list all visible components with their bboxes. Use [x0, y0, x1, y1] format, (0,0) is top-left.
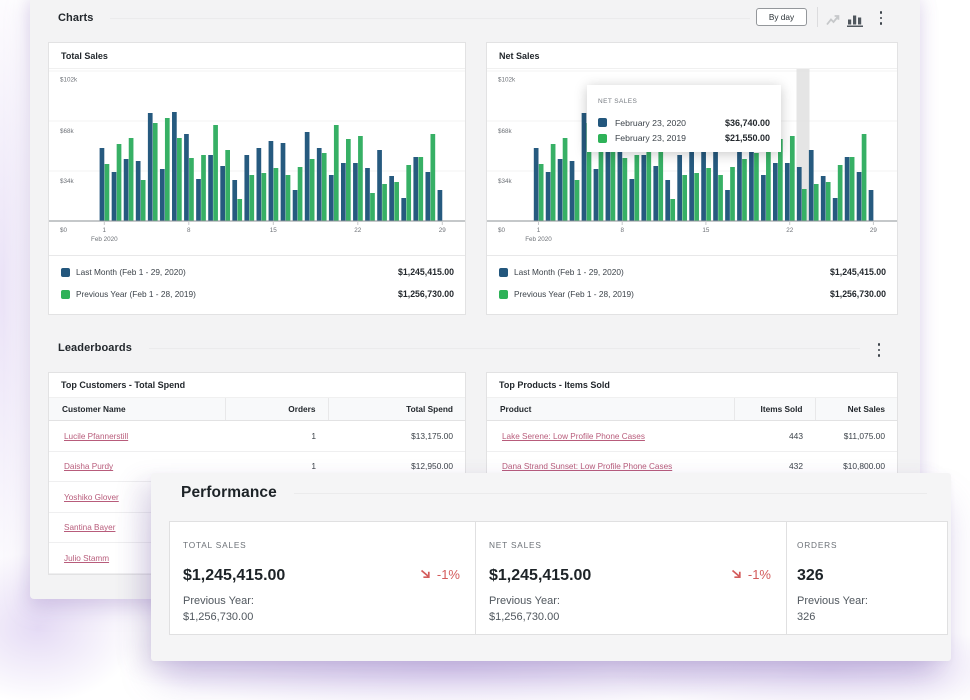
svg-text:29: 29	[870, 227, 878, 234]
svg-text:$102k: $102k	[498, 77, 516, 84]
svg-text:1: 1	[103, 227, 107, 234]
svg-text:29: 29	[439, 227, 447, 234]
svg-text:$102k: $102k	[60, 77, 78, 84]
svg-text:Feb 2020: Feb 2020	[525, 236, 552, 243]
svg-text:$68k: $68k	[498, 128, 513, 135]
svg-text:$0: $0	[498, 227, 506, 234]
svg-text:8: 8	[620, 227, 624, 234]
svg-text:$34k: $34k	[498, 178, 513, 185]
svg-text:15: 15	[702, 227, 710, 234]
svg-text:$68k: $68k	[60, 128, 75, 135]
svg-text:22: 22	[786, 227, 794, 234]
svg-text:8: 8	[187, 227, 191, 234]
svg-text:1: 1	[537, 227, 541, 234]
svg-text:22: 22	[354, 227, 362, 234]
svg-text:$34k: $34k	[60, 178, 75, 185]
svg-text:Feb 2020: Feb 2020	[91, 236, 118, 243]
svg-text:15: 15	[270, 227, 278, 234]
svg-text:$0: $0	[60, 227, 68, 234]
